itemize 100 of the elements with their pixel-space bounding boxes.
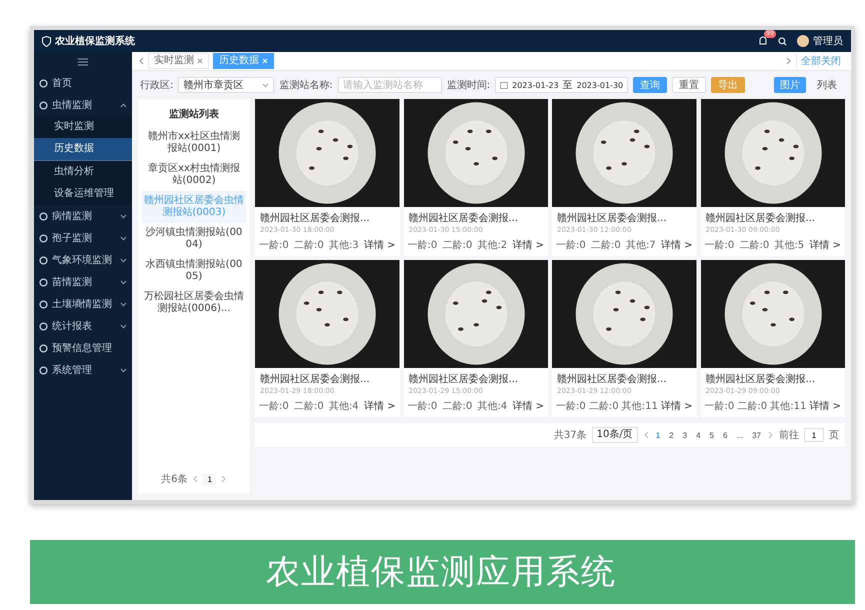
sidebar-item[interactable]: 苗情监测 xyxy=(34,271,132,293)
view-toggle[interactable]: 列表 xyxy=(811,77,843,93)
sidebar-item[interactable]: 病情监测 xyxy=(34,205,132,227)
caption-text: 农业植保监测应用系统 xyxy=(266,551,616,594)
sidebar-item[interactable]: 土壤墒情监测 xyxy=(34,293,132,315)
details-link[interactable]: 详情 > xyxy=(809,399,841,413)
chevron-right-icon[interactable] xyxy=(786,57,792,65)
time-label: 监测时间: xyxy=(446,78,490,92)
chevron-left-icon[interactable] xyxy=(138,57,144,65)
other-count: 其他:11 xyxy=(622,400,658,413)
page-button[interactable]: 3 xyxy=(680,430,690,440)
ring-icon xyxy=(39,234,48,242)
stage-count: 一龄:0 xyxy=(704,238,734,252)
stage-count: 一龄:0 xyxy=(408,400,438,413)
chevron-icon xyxy=(120,280,127,284)
sidebar-subitem[interactable]: 实时监测 xyxy=(34,116,132,138)
card-title: 赣州园社区居委会测报... xyxy=(704,372,816,386)
station-list-item[interactable]: 水西镇虫情测报站(0005) xyxy=(142,255,246,287)
other-count: 其他:4 xyxy=(477,400,508,413)
sidebar-subitem[interactable]: 设备运维管理 xyxy=(34,183,132,205)
details-link[interactable]: 详情 > xyxy=(660,238,692,252)
bell-icon[interactable] xyxy=(758,36,768,46)
details-link[interactable]: 详情 > xyxy=(364,238,396,252)
page-button[interactable]: 1 xyxy=(203,474,216,484)
chevron-icon xyxy=(120,324,127,328)
sidebar-item[interactable]: 系统管理 xyxy=(34,359,132,381)
station-list-item[interactable]: 章贡区xx村虫情测报站(0002) xyxy=(142,159,246,191)
page-unit: 页 xyxy=(829,429,839,442)
ring-icon xyxy=(39,278,48,286)
sidebar-subitem[interactable]: 虫情分析 xyxy=(34,161,132,183)
ring-icon xyxy=(39,366,48,374)
sidebar-item[interactable]: 孢子监测 xyxy=(34,227,132,249)
region-select[interactable]: 赣州市章贡区 xyxy=(178,77,274,93)
sidebar-item[interactable]: 预警信息管理 xyxy=(34,337,132,359)
station-list-item[interactable]: 赣州市xx社区虫情测报站(0001) xyxy=(142,127,246,159)
page-button[interactable]: 6 xyxy=(720,430,730,440)
close-icon[interactable] xyxy=(197,58,203,64)
user-name[interactable]: 管理员 xyxy=(813,34,843,48)
page-button[interactable]: 37 xyxy=(750,430,763,440)
page-size-select[interactable]: 10条/页 xyxy=(592,427,638,443)
details-link[interactable]: 详情 > xyxy=(512,399,544,413)
card-title: 赣州园社区居委会测报... xyxy=(704,212,816,225)
stage-count: 一龄:0 xyxy=(259,400,289,413)
ring-icon xyxy=(39,300,48,308)
shield-icon xyxy=(42,36,51,46)
chevron-icon xyxy=(120,302,127,306)
card-title: 赣州园社区居委会测报... xyxy=(556,212,668,225)
stage-count: 一龄:0 xyxy=(556,238,586,252)
station-list-item[interactable]: 沙河镇虫情测报站(0004) xyxy=(142,223,246,255)
card-title: 赣州园社区居委会测报... xyxy=(259,212,371,225)
page-button[interactable]: 2 xyxy=(667,430,676,440)
page-tab[interactable]: 实时监测 xyxy=(148,53,209,69)
station-label: 监测站名称: xyxy=(279,78,333,92)
details-link[interactable]: 详情 > xyxy=(512,238,544,252)
station-list-item[interactable]: 万松园社区居委会虫情测报站(0006)... xyxy=(142,287,246,319)
sidebar-item[interactable]: 气象环境监测 xyxy=(34,249,132,271)
list-total: 共6条 xyxy=(161,472,188,486)
stage-count: 二龄:0 xyxy=(294,400,324,413)
stage-count: 二龄:0 xyxy=(739,238,770,252)
other-count: 其他:7 xyxy=(626,238,656,252)
ring-icon xyxy=(39,256,48,264)
other-count: 其他:4 xyxy=(328,400,359,413)
stage-count: 二龄:0 xyxy=(737,400,768,413)
page-input[interactable]: 1 xyxy=(804,428,824,442)
stage-count: 一龄:0 xyxy=(259,238,289,252)
chevron-left-icon[interactable] xyxy=(192,475,198,483)
sidebar-item[interactable]: 统计报表 xyxy=(34,315,132,337)
chevron-left-icon[interactable] xyxy=(642,431,649,439)
caret-icon xyxy=(262,82,270,88)
page-button[interactable]: 4 xyxy=(694,430,703,440)
date-range-field[interactable]: 2023-01-23 至 2023-01-30 xyxy=(495,77,628,93)
ring-icon xyxy=(39,344,48,352)
avatar-icon[interactable] xyxy=(797,35,809,47)
sidebar-item[interactable]: 虫情监测 xyxy=(34,94,132,116)
search-icon[interactable] xyxy=(778,36,787,46)
menu-icon[interactable] xyxy=(78,58,88,66)
station-input[interactable]: 请输入监测站名称 xyxy=(338,77,442,93)
ring-icon xyxy=(39,100,48,110)
details-link[interactable]: 详情 > xyxy=(660,399,692,413)
region-label: 行政区: xyxy=(140,79,174,92)
page-button[interactable]: 5 xyxy=(708,430,716,440)
card-title: 赣州园社区居委会测报... xyxy=(408,212,520,225)
chevron-icon xyxy=(120,236,127,240)
app-title: 农业植保监测系统 xyxy=(55,34,135,48)
card-title: 赣州园社区居委会测报... xyxy=(259,372,371,386)
chevron-icon xyxy=(120,214,127,218)
filter-button[interactable]: 重置 xyxy=(672,77,706,93)
sidebar-subitem[interactable]: 历史数据 xyxy=(34,138,132,161)
sidebar-item[interactable]: 首页 xyxy=(34,72,132,94)
details-link[interactable]: 详情 > xyxy=(364,399,396,413)
page-button[interactable]: ... xyxy=(734,430,746,440)
details-link[interactable]: 详情 > xyxy=(809,238,841,252)
chevron-right-icon[interactable] xyxy=(220,475,227,483)
chevron-icon xyxy=(120,258,127,262)
card-title: 赣州园社区居委会测报... xyxy=(556,372,668,386)
stage-count: 二龄:0 xyxy=(442,400,472,413)
chevron-right-icon[interactable] xyxy=(768,431,774,439)
other-count: 其他:11 xyxy=(770,400,806,413)
total-count: 共37条 xyxy=(554,428,587,442)
ring-icon xyxy=(39,322,48,330)
